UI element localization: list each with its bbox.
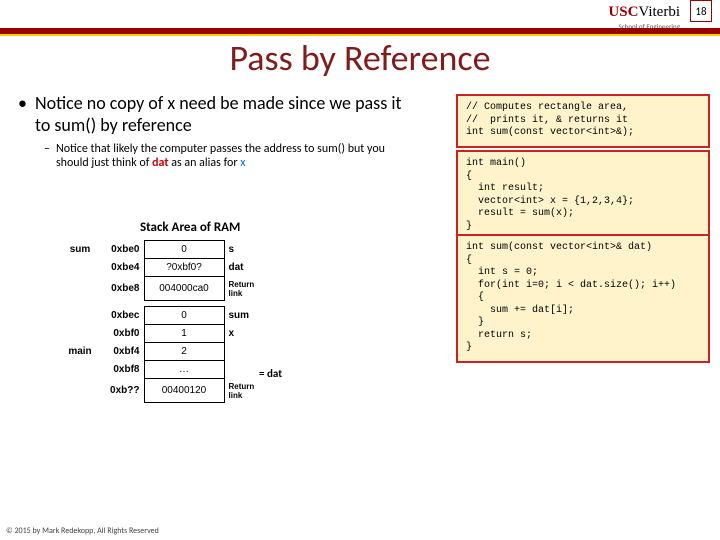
frame-label: sum [60,241,100,259]
dash-marker: – [44,142,50,170]
logo: USCViterbi School of Engineering [608,4,680,31]
bullet-list: • Notice no copy of x need be made since… [18,92,418,170]
bullet-2-dat: dat [152,156,168,170]
address-cell: 0xbf8 [100,361,144,379]
frame-label [60,361,100,379]
stack-table: sum0xbe00s0xbe4?0xbf0?dat0xbe8004000ca0R… [60,240,266,403]
table-row: 0xbec0sum [60,307,266,325]
logo-viterbi: Viterbi [638,4,680,20]
variable-cell: s [224,241,266,259]
frame-label [60,307,100,325]
address-cell: 0xb?? [100,379,144,403]
table-row: 0xbe4?0xbf0?dat [60,259,266,277]
stack-title: Stack Area of RAM [140,220,240,235]
bullet-2-x: x [240,156,245,170]
table-row: sum0xbe00s [60,241,266,259]
bullet-marker: • [18,92,27,136]
top-bar: 18 USCViterbi School of Engineering [0,0,720,28]
page-number: 18 [695,5,706,18]
bullet-2-mid: as an alias for [169,156,241,170]
value-cell: 00400120 [144,379,224,403]
code-box-2: int main() { int result; vector<int> x =… [456,150,710,241]
address-cell: 0xbec [100,307,144,325]
variable-cell: dat [224,259,266,277]
bullet-2-text: Notice that likely the computer passes t… [56,142,418,170]
variable-cell: x [224,325,266,343]
table-row: 0xb??00400120Return link [60,379,266,403]
equals-dat-label: = dat [255,365,286,382]
code-box-1: // Computes rectangle area, // prints it… [456,94,710,148]
value-cell: ?0xbf0? [144,259,224,277]
value-cell: 0 [144,241,224,259]
table-row: 0xbe8004000ca0Return link [60,277,266,301]
variable-cell: Return link [224,379,266,403]
address-cell: 0xbf0 [100,325,144,343]
value-cell: 2 [144,343,224,361]
slide-title: Pass by Reference [0,36,720,80]
bullet-1-text: Notice no copy of x need be made since w… [35,92,418,136]
value-cell: 1 [144,325,224,343]
address-cell: 0xbe0 [100,241,144,259]
copyright: © 2015 by Mark Redekopp, All Rights Rese… [6,526,159,536]
frame-label [60,259,100,277]
frame-label [60,325,100,343]
address-cell: 0xbe4 [100,259,144,277]
frame-label: main [60,343,100,361]
value-cell: 004000ca0 [144,277,224,301]
logo-usc: USC [608,4,638,20]
address-cell: 0xbe8 [100,277,144,301]
frame-label [60,379,100,403]
variable-cell [224,343,266,361]
table-row: 0xbf8… [60,361,266,379]
address-cell: 0xbf4 [100,343,144,361]
frame-label [60,277,100,301]
code-box-3: int sum(const vector<int>& dat) { int s … [456,234,710,363]
value-cell: 0 [144,307,224,325]
bullet-1: • Notice no copy of x need be made since… [18,92,418,136]
bullet-2: – Notice that likely the computer passes… [44,142,418,170]
variable-cell: Return link [224,277,266,301]
table-row: main0xbf42 [60,343,266,361]
variable-cell: sum [224,307,266,325]
table-row: 0xbf01x [60,325,266,343]
value-cell: … [144,361,224,379]
page-number-box: 18 [690,0,712,22]
